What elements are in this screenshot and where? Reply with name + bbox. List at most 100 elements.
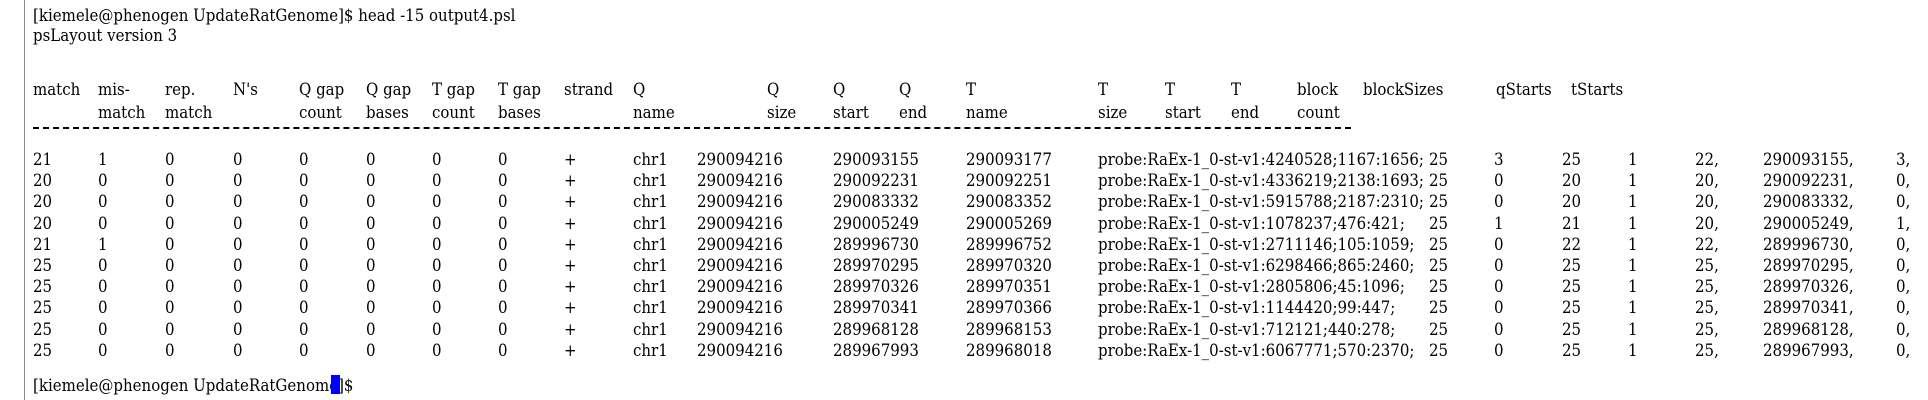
cell-q-start: 289968128 xyxy=(833,318,919,339)
header-cell-q-gap-count: Q gap xyxy=(299,79,345,100)
cell-mismatch: 0 xyxy=(98,255,108,276)
cell-block-count: 1 xyxy=(1628,318,1638,339)
cell-t-end: 20 xyxy=(1562,191,1582,212)
cell-ns: 0 xyxy=(233,149,243,170)
cell-q-size: 290094216 xyxy=(697,170,783,191)
cell-t-starts: 0, xyxy=(1896,170,1911,191)
cell-t-size: 25 xyxy=(1429,255,1449,276)
cell-t-name: probe:RaEx-1_0-st-v1:2711146;105:1059; xyxy=(1098,233,1415,255)
cell-t-gap-count: 0 xyxy=(432,170,442,191)
header-cell-q-starts: qStarts xyxy=(1496,79,1552,100)
cell-t-size: 25 xyxy=(1429,276,1449,297)
header-cell-t-gap-count: count xyxy=(432,102,475,123)
cell-block-count: 1 xyxy=(1628,191,1638,212)
cell-block-sizes: 22, xyxy=(1695,233,1719,255)
cell-q-start: 290005249 xyxy=(833,212,919,233)
cell-block-sizes: 20, xyxy=(1695,191,1719,212)
cell-strand: + xyxy=(564,233,577,255)
cell-q-start: 290092231 xyxy=(833,170,919,191)
cell-q-gap-bases: 0 xyxy=(366,276,376,297)
final-prompt-line: [kiemele@phenogen UpdateRatGenome]$ xyxy=(33,375,354,396)
header-cell-strand: strand xyxy=(564,79,614,100)
cell-block-sizes: 20, xyxy=(1695,170,1719,191)
header-cell-q-size: size xyxy=(767,102,797,123)
cell-t-end: 25 xyxy=(1562,276,1582,297)
cell-q-starts: 290005249, xyxy=(1763,212,1854,233)
header-divider xyxy=(33,127,1351,129)
cell-block-sizes: 25, xyxy=(1695,339,1719,361)
cell-q-gap-bases: 0 xyxy=(366,255,376,276)
cell-q-start: 289967993 xyxy=(833,339,919,361)
cell-block-count: 1 xyxy=(1628,149,1638,170)
cell-q-gap-bases: 0 xyxy=(366,149,376,170)
cell-q-end: 289970351 xyxy=(966,276,1052,297)
cell-t-start: 1 xyxy=(1494,212,1504,233)
cell-t-name: probe:RaEx-1_0-st-v1:1078237;476:421; xyxy=(1098,212,1405,233)
cell-q-gap-count: 0 xyxy=(299,318,309,339)
cell-q-name: chr1 xyxy=(633,255,668,276)
cell-rep-match: 0 xyxy=(165,318,175,339)
terminal-window[interactable]: [kiemele@phenogen UpdateRatGenome]$ head… xyxy=(0,0,1928,400)
cell-t-gap-count: 0 xyxy=(432,233,442,255)
cell-q-starts: 289970295, xyxy=(1763,255,1854,276)
header-cell-block-count: block xyxy=(1297,79,1338,100)
header-cell-q-name: name xyxy=(633,102,675,123)
cell-q-start: 289970326 xyxy=(833,276,919,297)
cell-q-end: 289970366 xyxy=(966,297,1052,318)
cell-t-starts: 0, xyxy=(1896,276,1911,297)
cell-q-gap-count: 0 xyxy=(299,339,309,361)
cell-block-sizes: 22, xyxy=(1695,149,1719,170)
cell-t-end: 20 xyxy=(1562,170,1582,191)
cell-t-gap-bases: 0 xyxy=(498,339,508,361)
cell-q-starts: 289996730, xyxy=(1763,233,1854,255)
cell-t-name: probe:RaEx-1_0-st-v1:5915788;2187:2310; xyxy=(1098,191,1424,212)
cell-match: 25 xyxy=(33,318,53,339)
text-cursor xyxy=(331,375,340,394)
cell-q-end: 289970320 xyxy=(966,255,1052,276)
cell-q-gap-bases: 0 xyxy=(366,339,376,361)
cell-q-gap-bases: 0 xyxy=(366,318,376,339)
cell-t-start: 0 xyxy=(1494,170,1504,191)
cell-t-gap-count: 0 xyxy=(432,191,442,212)
cell-t-start: 0 xyxy=(1494,255,1504,276)
header-cell-t-gap-bases: bases xyxy=(498,102,541,123)
cell-t-name: probe:RaEx-1_0-st-v1:2805806;45:1096; xyxy=(1098,276,1405,297)
cell-t-gap-bases: 0 xyxy=(498,255,508,276)
cell-q-gap-bases: 0 xyxy=(366,233,376,255)
cell-t-start: 0 xyxy=(1494,276,1504,297)
cell-q-size: 290094216 xyxy=(697,318,783,339)
cell-q-gap-count: 0 xyxy=(299,233,309,255)
header-cell-block-sizes: blockSizes xyxy=(1363,79,1444,100)
cell-rep-match: 0 xyxy=(165,149,175,170)
header-cell-q-name: Q xyxy=(633,79,646,100)
cell-strand: + xyxy=(564,255,577,276)
header-cell-rep-match: match xyxy=(165,102,213,123)
cell-q-size: 290094216 xyxy=(697,233,783,255)
header-cell-match: match xyxy=(33,79,81,100)
cell-t-gap-bases: 0 xyxy=(498,297,508,318)
cell-q-name: chr1 xyxy=(633,212,668,233)
cell-ns: 0 xyxy=(233,339,243,361)
cell-rep-match: 0 xyxy=(165,191,175,212)
cell-q-start: 289970341 xyxy=(833,297,919,318)
cell-t-gap-count: 0 xyxy=(432,276,442,297)
cell-t-size: 25 xyxy=(1429,318,1449,339)
cell-ns: 0 xyxy=(233,255,243,276)
cell-q-size: 290094216 xyxy=(697,255,783,276)
cell-ns: 0 xyxy=(233,276,243,297)
cell-q-end: 290005269 xyxy=(966,212,1052,233)
cell-block-count: 1 xyxy=(1628,233,1638,255)
cell-q-starts: 289970326, xyxy=(1763,276,1854,297)
cell-t-gap-count: 0 xyxy=(432,339,442,361)
header-cell-mismatch: match xyxy=(98,102,146,123)
cell-q-starts: 289968128, xyxy=(1763,318,1854,339)
cell-match: 21 xyxy=(33,233,53,255)
cell-match: 20 xyxy=(33,191,53,212)
cell-t-starts: 0, xyxy=(1896,339,1911,361)
header-cell-q-end: end xyxy=(899,102,928,123)
cell-t-gap-bases: 0 xyxy=(498,191,508,212)
cell-t-start: 0 xyxy=(1494,318,1504,339)
cell-rep-match: 0 xyxy=(165,276,175,297)
cell-strand: + xyxy=(564,212,577,233)
cell-mismatch: 0 xyxy=(98,339,108,361)
